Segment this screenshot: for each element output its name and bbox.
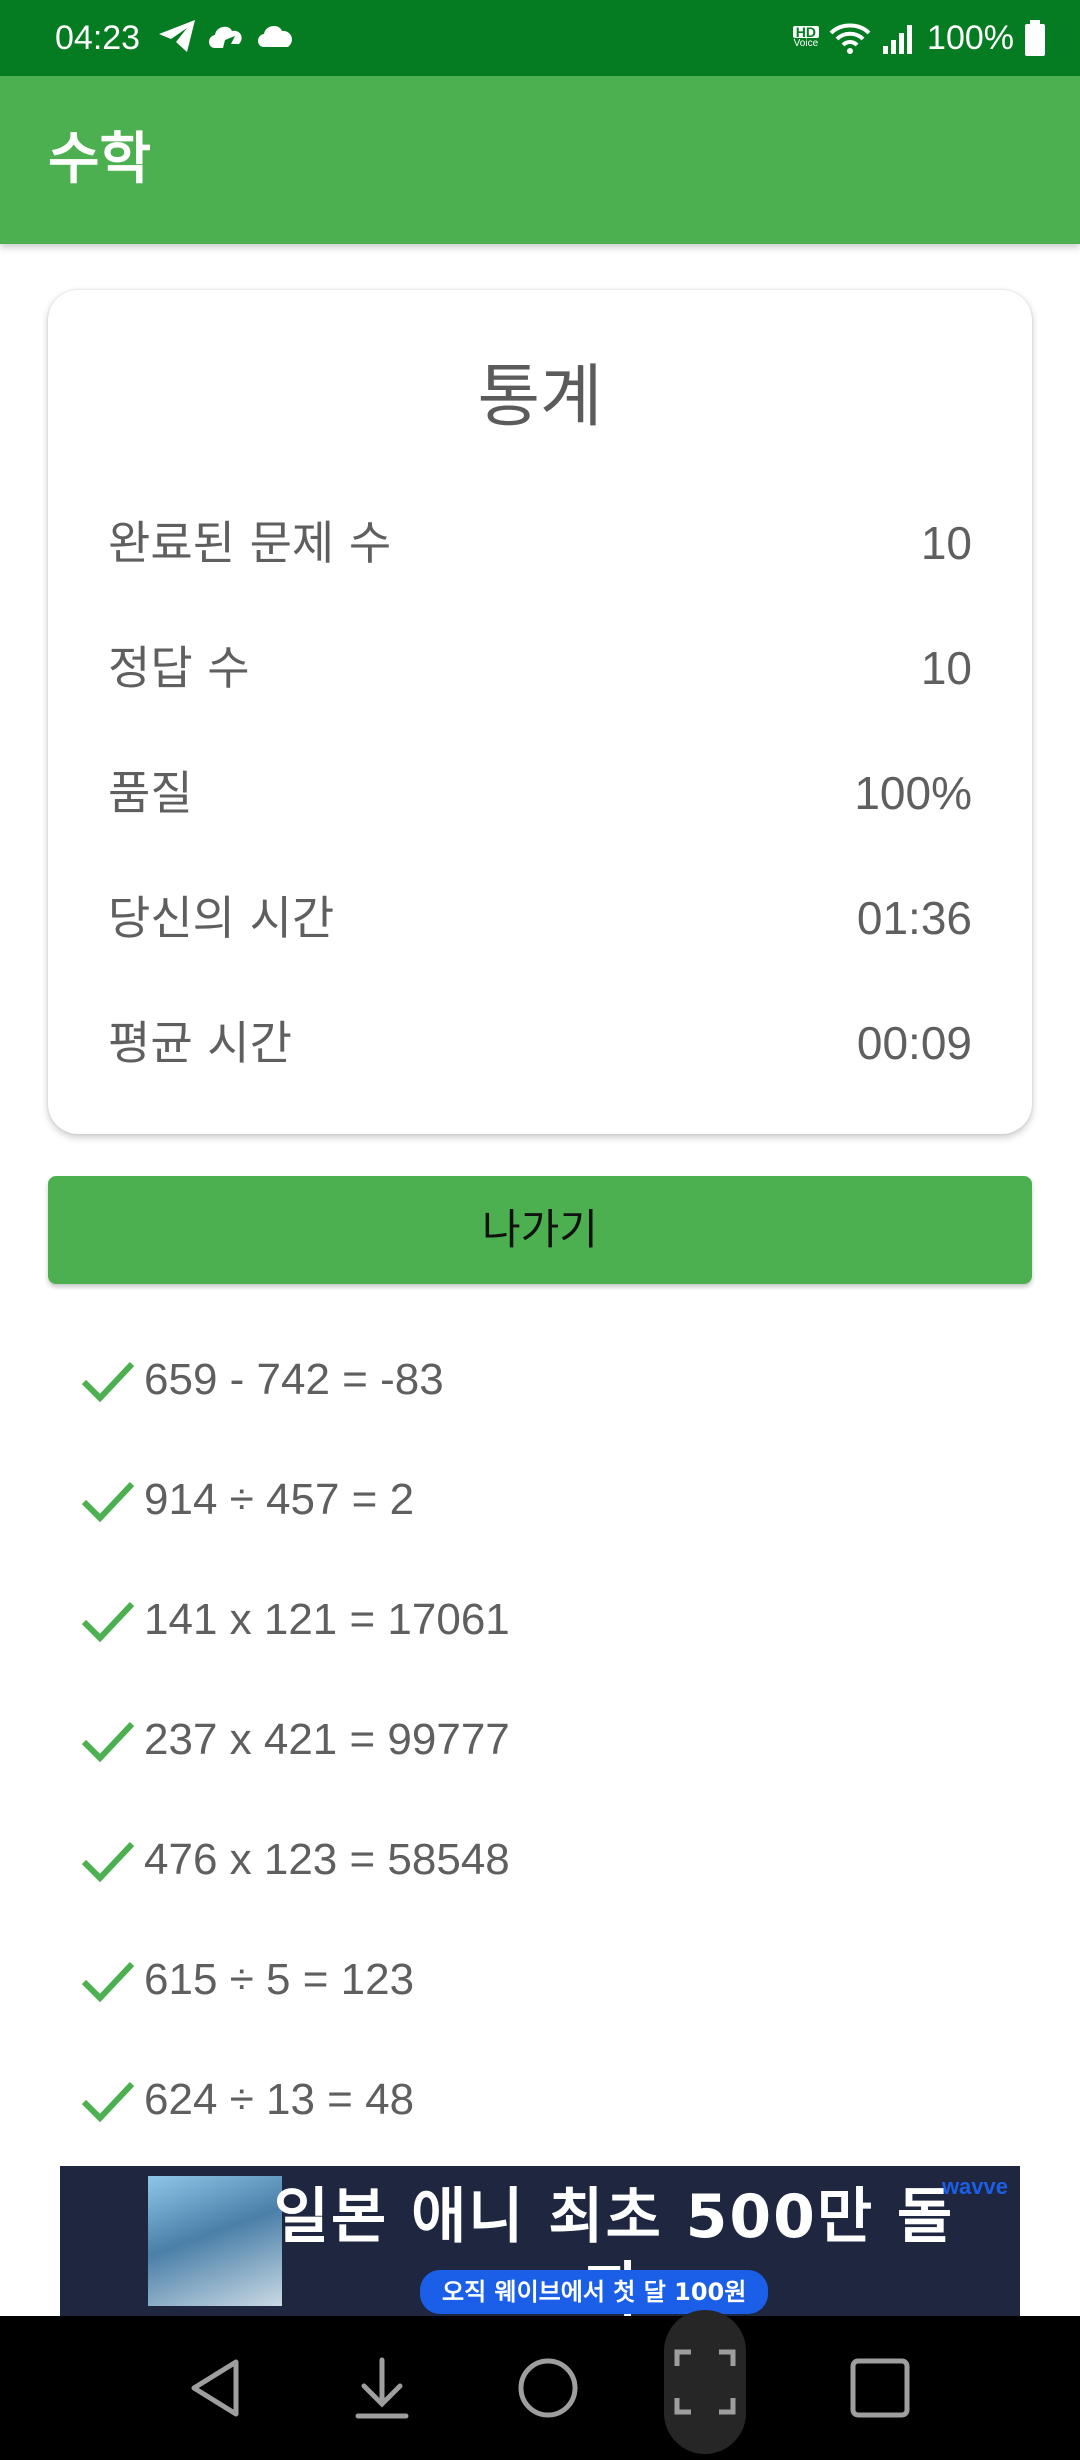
hd-voice-sub: Voice bbox=[793, 38, 819, 49]
list-item: 237 x 421 = 99777 bbox=[80, 1700, 980, 1780]
stats-card: 통계 완료된 문제 수 10 정답 수 10 품질 100% 당신의 시간 01… bbox=[48, 290, 1032, 1134]
navigation-bar bbox=[0, 2310, 1080, 2460]
home-icon bbox=[518, 2358, 578, 2418]
result-text: 659 - 742 = -83 bbox=[144, 1355, 444, 1404]
list-item: 476 x 123 = 58548 bbox=[80, 1820, 980, 1900]
check-icon bbox=[81, 1841, 135, 1883]
ad-subline: 오직 웨이브에서 첫 달 100원 bbox=[420, 2270, 769, 2314]
result-text: 624 ÷ 13 = 48 bbox=[144, 2075, 415, 2124]
app-title: 수학 bbox=[48, 127, 152, 192]
result-text: 237 x 421 = 99777 bbox=[144, 1715, 510, 1764]
back-icon bbox=[191, 2359, 239, 2417]
status-time: 04:23 bbox=[55, 19, 141, 57]
result-text: 914 ÷ 457 = 2 bbox=[144, 1475, 415, 1524]
screenshot-button[interactable] bbox=[664, 2310, 746, 2454]
result-text: 476 x 123 = 58548 bbox=[144, 1835, 510, 1884]
stat-row-completed: 완료된 문제 수 10 bbox=[108, 508, 972, 578]
system-icons: HD Voice 100% bbox=[792, 14, 1046, 62]
recents-button[interactable] bbox=[830, 2338, 930, 2438]
recents-icon bbox=[850, 2358, 910, 2418]
battery-icon bbox=[1025, 20, 1045, 56]
stat-label: 완료된 문제 수 bbox=[108, 516, 392, 570]
hd-voice-label: HD bbox=[792, 25, 820, 39]
ad-poster-image bbox=[148, 2176, 282, 2306]
back-button[interactable] bbox=[166, 2338, 266, 2438]
result-text: 141 x 121 = 17061 bbox=[144, 1595, 510, 1644]
stat-label: 품질 bbox=[108, 766, 193, 820]
telegram-icon bbox=[159, 20, 195, 52]
stat-value: 10 bbox=[920, 642, 972, 694]
check-icon bbox=[81, 1721, 135, 1763]
check-icon bbox=[81, 1481, 135, 1523]
stat-value: 10 bbox=[920, 517, 972, 569]
list-item: 914 ÷ 457 = 2 bbox=[80, 1460, 980, 1540]
stat-value: 00:09 bbox=[856, 1017, 972, 1069]
download-icon bbox=[355, 2357, 409, 2419]
list-item: 615 ÷ 5 = 123 bbox=[80, 1940, 980, 2020]
cloud-bolt-icon bbox=[209, 26, 242, 48]
screenshot-icon bbox=[674, 2349, 736, 2415]
list-item: 624 ÷ 13 = 48 bbox=[80, 2060, 980, 2140]
download-button[interactable] bbox=[332, 2338, 432, 2438]
stat-row-quality: 품질 100% bbox=[108, 758, 972, 828]
check-icon bbox=[81, 1361, 135, 1403]
stat-label: 정답 수 bbox=[108, 641, 250, 695]
home-button[interactable] bbox=[498, 2338, 598, 2438]
battery-text: 100% bbox=[927, 19, 1014, 57]
cloud-icon bbox=[258, 25, 293, 47]
list-item: 141 x 121 = 17061 bbox=[80, 1580, 980, 1660]
check-icon bbox=[81, 1601, 135, 1643]
stat-row-your-time: 당신의 시간 01:36 bbox=[108, 883, 972, 953]
stat-row-correct: 정답 수 10 bbox=[108, 633, 972, 703]
exit-button[interactable]: 나가기 bbox=[48, 1176, 1032, 1284]
stat-row-average-time: 평균 시간 00:09 bbox=[108, 1008, 972, 1078]
stat-label: 평균 시간 bbox=[108, 1016, 292, 1070]
stats-title: 통계 bbox=[477, 358, 603, 437]
signal-icon bbox=[883, 25, 913, 54]
check-icon bbox=[81, 2081, 135, 2123]
result-text: 615 ÷ 5 = 123 bbox=[144, 1955, 415, 2004]
app-bar: 수학 bbox=[0, 76, 1080, 244]
list-item: 659 - 742 = -83 bbox=[80, 1340, 980, 1420]
ad-brand-logo: wavve bbox=[941, 2174, 1008, 2199]
stat-value: 100% bbox=[854, 767, 972, 819]
stat-label: 당신의 시간 bbox=[108, 891, 335, 945]
status-bar: 04:23 HD Voice 100% bbox=[0, 0, 1080, 76]
wifi-icon bbox=[829, 23, 871, 54]
check-icon bbox=[81, 1961, 135, 2003]
ad-banner[interactable]: 일본 애니 최초 500만 돌파 오직 웨이브에서 첫 달 100원 wavve bbox=[60, 2166, 1020, 2316]
stat-value: 01:36 bbox=[856, 892, 972, 944]
notification-icons bbox=[157, 18, 297, 54]
hd-voice-icon: HD Voice bbox=[792, 25, 820, 50]
